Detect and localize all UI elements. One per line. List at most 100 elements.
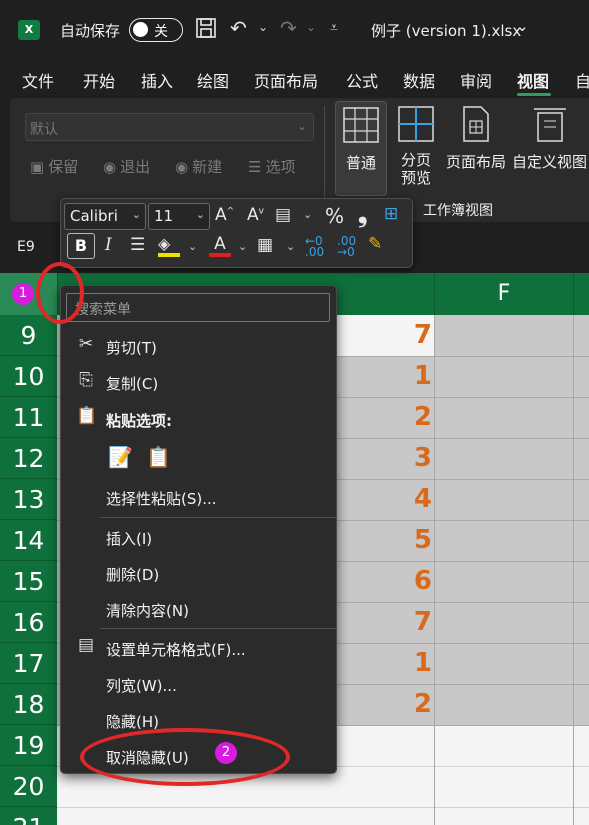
tab-review[interactable]: 审阅: [460, 68, 492, 92]
tab-data[interactable]: 数据: [403, 68, 435, 92]
row-header[interactable]: 9: [0, 315, 57, 356]
chevron-down-icon: ⌄: [195, 208, 205, 221]
borders-icon[interactable]: ▦: [257, 237, 273, 254]
row-header[interactable]: 14: [0, 520, 57, 561]
save-icon[interactable]: [195, 17, 217, 43]
cell-value: 1: [413, 648, 432, 678]
row-header[interactable]: 21: [0, 807, 57, 825]
chevron-down-icon[interactable]: ⌄: [286, 240, 295, 253]
options-button: ☰ 选项: [248, 156, 295, 177]
wrap-merge-icon[interactable]: ⊞: [384, 206, 398, 223]
row-header[interactable]: 18: [0, 684, 57, 725]
file-name[interactable]: 例子 (version 1).xlsx: [371, 20, 521, 41]
save-view-icon: ▣: [30, 158, 45, 176]
page-break-label-2: 预览: [400, 169, 431, 187]
list-icon: ☰: [248, 158, 262, 176]
row-header[interactable]: 20: [0, 766, 57, 807]
chevron-down-icon: ⌄: [131, 208, 141, 221]
percent-style-icon[interactable]: %: [325, 206, 344, 226]
font-size-select[interactable]: 11 ⌄: [148, 203, 210, 230]
paste-values-icon[interactable]: 📋: [146, 445, 171, 469]
row-header[interactable]: 15: [0, 561, 57, 602]
menu-item-cut[interactable]: 剪切(T): [106, 337, 157, 358]
name-box[interactable]: E9: [10, 233, 60, 263]
increase-font-icon[interactable]: A^: [215, 207, 234, 224]
sheet-view-dropdown: 默认 ⌄: [25, 113, 314, 141]
column-header-f[interactable]: F: [434, 273, 573, 315]
menu-item-insert[interactable]: 插入(I): [106, 528, 152, 549]
tab-overflow[interactable]: 自: [575, 68, 589, 92]
annotation-ellipse-2: [80, 728, 290, 786]
cell-value: 2: [413, 402, 432, 432]
customize-qat-icon[interactable]: ⩡: [330, 20, 338, 36]
decrease-font-icon[interactable]: Av: [247, 207, 264, 224]
menu-divider: [100, 517, 336, 518]
format-cells-icon: ▤: [77, 635, 95, 655]
cell-value: 4: [413, 484, 432, 514]
name-box-value: E9: [17, 239, 35, 255]
tab-formulas[interactable]: 公式: [346, 68, 378, 92]
font-name-select[interactable]: Calibri ⌄: [64, 203, 146, 230]
custom-views-label: 自定义视图: [511, 153, 587, 171]
menu-item-copy[interactable]: 复制(C): [106, 373, 158, 394]
page-layout-view-button[interactable]: 页面布局: [444, 101, 508, 196]
menu-item-paste-special[interactable]: 选择性粘贴(S)...: [106, 488, 217, 509]
redo-icon[interactable]: ↷: [280, 18, 297, 38]
comma-style-icon[interactable]: ❟: [358, 202, 367, 226]
autosave-toggle[interactable]: 关: [129, 18, 183, 42]
chevron-down-icon[interactable]: ⌄: [303, 208, 312, 221]
context-menu: [60, 285, 337, 774]
copy-icon: ⎘: [79, 370, 93, 390]
row-header[interactable]: 19: [0, 725, 57, 766]
row-header[interactable]: 13: [0, 479, 57, 520]
excel-logo-icon: X: [18, 20, 40, 40]
column-header-g[interactable]: [573, 273, 589, 315]
row-header[interactable]: 17: [0, 643, 57, 684]
row-header[interactable]: 16: [0, 602, 57, 643]
autosave-label: 自动保存: [60, 22, 121, 40]
sheet-view-placeholder: 默认: [30, 122, 58, 138]
decrease-decimal-icon[interactable]: .00 →0: [337, 235, 356, 258]
increase-decimal-icon[interactable]: ←0.00: [305, 235, 324, 258]
page-break-preview-button[interactable]: 分页 预览: [393, 101, 439, 196]
tab-draw[interactable]: 绘图: [197, 68, 229, 92]
filename-chevron-icon[interactable]: ⌄: [516, 17, 529, 35]
chevron-down-icon[interactable]: ⌄: [238, 240, 247, 253]
menu-item-delete[interactable]: 删除(D): [106, 564, 159, 585]
column-divider: [434, 315, 435, 825]
normal-view-button[interactable]: 普通: [335, 101, 387, 196]
format-painter-icon[interactable]: ✎: [368, 236, 382, 253]
custom-views-button[interactable]: 自定义视图: [510, 101, 589, 196]
eye-new-icon: ◉: [175, 158, 189, 176]
menu-item-column-width[interactable]: 列宽(W)...: [106, 675, 177, 696]
menu-item-format-cells[interactable]: 设置单元格格式(F)...: [106, 639, 246, 660]
tab-insert[interactable]: 插入: [141, 68, 173, 92]
row-header[interactable]: 11: [0, 397, 57, 438]
paste-formatting-icon[interactable]: 📝: [108, 445, 133, 469]
row-header[interactable]: 10: [0, 356, 57, 397]
menu-search-input[interactable]: 搜索菜单: [66, 293, 330, 322]
new-label: 新建: [192, 158, 223, 176]
cell-styles-icon[interactable]: ▤: [275, 207, 291, 224]
tab-home[interactable]: 开始: [83, 68, 115, 92]
cell-value: 7: [413, 320, 432, 350]
page-break-label-1: 分页: [400, 151, 431, 169]
fill-color-icon[interactable]: ◈: [158, 234, 180, 258]
center-align-icon[interactable]: ☰: [130, 237, 145, 254]
italic-button[interactable]: I: [105, 237, 112, 254]
redo-dropdown-icon[interactable]: ⌄: [306, 20, 316, 34]
chevron-down-icon[interactable]: ⌄: [188, 240, 197, 253]
chevron-down-icon: ⌄: [296, 119, 307, 133]
tab-page-layout[interactable]: 页面布局: [254, 68, 318, 92]
annotation-badge-2: 2: [215, 742, 237, 764]
new-button: ◉ 新建: [175, 156, 222, 177]
bold-button[interactable]: B: [67, 233, 95, 259]
menu-item-clear-contents[interactable]: 清除内容(N): [106, 600, 189, 621]
autosave-state: 关: [154, 24, 168, 40]
undo-icon[interactable]: ↶: [230, 18, 247, 38]
tab-file[interactable]: 文件: [22, 68, 54, 92]
undo-dropdown-icon[interactable]: ⌄: [258, 20, 268, 34]
row-header[interactable]: 12: [0, 438, 57, 479]
tab-view[interactable]: 视图: [517, 68, 549, 92]
font-color-icon[interactable]: A: [209, 234, 231, 258]
